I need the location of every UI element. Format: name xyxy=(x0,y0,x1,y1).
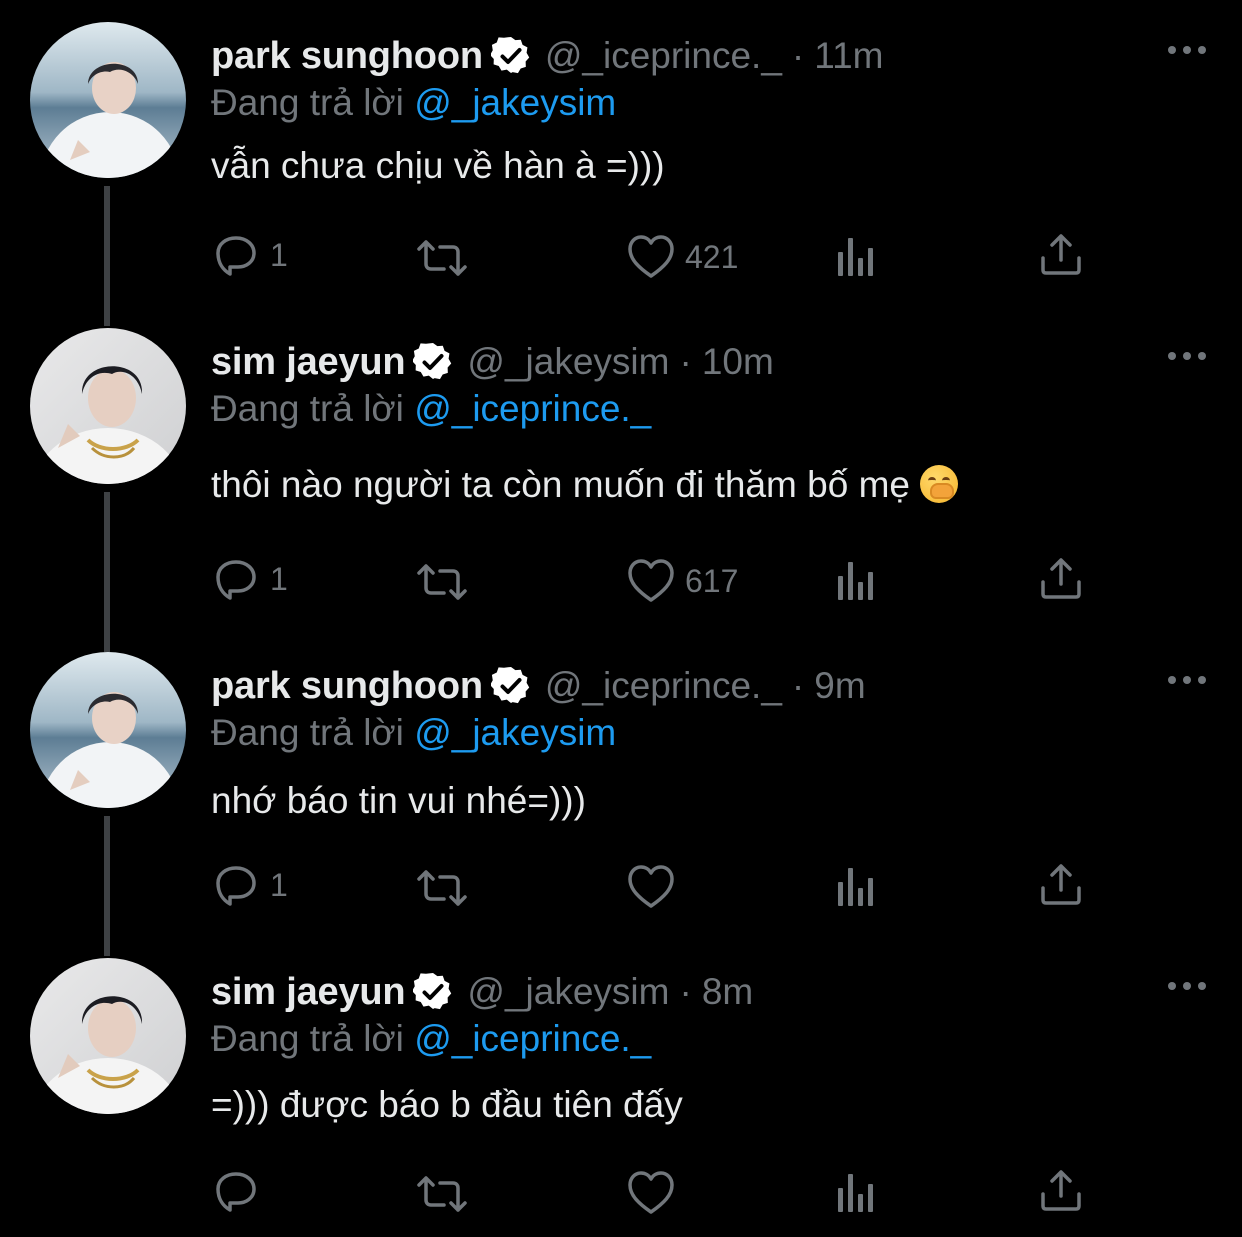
retweet-icon xyxy=(417,870,467,906)
retweet-icon xyxy=(417,564,467,600)
like-count: 617 xyxy=(685,562,739,599)
timestamp[interactable]: 9m xyxy=(814,665,865,707)
verified-badge-icon xyxy=(490,36,531,76)
more-options-icon[interactable] xyxy=(1168,32,1206,68)
reply-context: Đang trả lời @_jakeysim xyxy=(211,712,616,754)
reply-button[interactable]: 1 xyxy=(214,862,288,908)
tweet-text: thôi nào người ta còn muốn đi thăm bố mẹ xyxy=(211,464,910,505)
views-button[interactable] xyxy=(836,866,876,908)
display-name[interactable]: sim jaeyun xyxy=(211,341,406,384)
more-options-icon[interactable] xyxy=(1168,662,1206,698)
reply-count: 1 xyxy=(270,560,288,597)
tweet-text: vẫn chưa chịu về hàn à =))) xyxy=(211,145,665,186)
separator: · xyxy=(791,665,805,706)
user-handle[interactable]: @_jakeysim xyxy=(467,971,669,1013)
reply-button[interactable]: 1 xyxy=(214,556,288,602)
retweet-button[interactable] xyxy=(416,864,480,908)
separator: · xyxy=(679,341,692,382)
reply-context: Đang trả lời @_iceprince._ xyxy=(211,1018,651,1060)
share-button[interactable] xyxy=(1040,862,1082,906)
retweet-button[interactable] xyxy=(416,558,480,602)
user-handle[interactable]: @_jakeysim xyxy=(467,341,669,383)
timestamp[interactable]: 10m xyxy=(702,341,774,383)
reply-count: 1 xyxy=(270,236,288,273)
reply-count: 1 xyxy=(270,866,288,903)
display-name[interactable]: sim jaeyun xyxy=(211,971,406,1014)
avatar[interactable] xyxy=(30,652,186,808)
display-name[interactable]: park sunghoon xyxy=(211,665,483,708)
share-button[interactable] xyxy=(1040,1168,1082,1212)
reply-icon xyxy=(216,560,256,600)
tweet[interactable]: sim jaeyun @_jakeysim · 8m Đang trả lời … xyxy=(0,936,1242,1236)
tweet-header: park sunghoon @_iceprince._ · 11m xyxy=(211,30,883,82)
verified-badge-icon xyxy=(413,342,454,382)
reply-icon xyxy=(216,1172,256,1212)
views-button[interactable] xyxy=(836,1172,876,1214)
reply-button[interactable]: 1 xyxy=(214,232,288,278)
tweet-header: sim jaeyun @_jakeysim · 8m xyxy=(211,966,753,1018)
user-handle[interactable]: @_iceprince._ xyxy=(545,35,782,77)
like-button[interactable] xyxy=(627,864,685,910)
heart-icon xyxy=(628,235,674,278)
verified-badge-icon xyxy=(413,972,454,1012)
avatar[interactable] xyxy=(30,958,186,1114)
like-count: 421 xyxy=(685,238,739,275)
tweet-text: =))) được báo b đầu tiên đấy xyxy=(211,1084,683,1125)
retweet-icon xyxy=(417,1176,467,1212)
views-button[interactable] xyxy=(836,560,876,602)
more-options-icon[interactable] xyxy=(1168,968,1206,1004)
reply-mention-link[interactable]: @_jakeysim xyxy=(414,82,616,123)
share-icon xyxy=(1041,558,1081,599)
reply-prefix: Đang trả lời xyxy=(211,82,404,123)
separator: · xyxy=(791,35,805,76)
retweet-icon xyxy=(417,240,467,276)
timestamp[interactable]: 8m xyxy=(702,971,753,1013)
like-button[interactable]: 617 xyxy=(627,558,738,604)
avatar[interactable] xyxy=(30,22,186,178)
tweet-text-container: thôi nào người ta còn muốn đi thăm bố mẹ xyxy=(211,464,958,506)
reply-icon xyxy=(216,236,256,276)
reply-context: Đang trả lời @_iceprince._ xyxy=(211,388,651,430)
heart-icon xyxy=(628,1171,674,1214)
verified-badge-icon xyxy=(490,666,531,706)
reply-prefix: Đang trả lời xyxy=(211,388,404,429)
more-options-icon[interactable] xyxy=(1168,338,1206,374)
tweet-header: sim jaeyun @_jakeysim · 10m xyxy=(211,336,774,388)
reply-mention-link[interactable]: @_jakeysim xyxy=(414,712,616,753)
share-icon xyxy=(1041,234,1081,275)
stats-icon xyxy=(838,562,873,600)
views-button[interactable] xyxy=(836,236,876,278)
like-button[interactable] xyxy=(627,1170,685,1216)
reply-prefix: Đang trả lời xyxy=(211,712,404,753)
share-icon xyxy=(1041,864,1081,905)
heart-icon xyxy=(628,559,674,602)
heart-icon xyxy=(628,865,674,908)
like-button[interactable]: 421 xyxy=(627,234,738,280)
tweet[interactable]: park sunghoon @_iceprince._ · 9m Đang tr… xyxy=(0,630,1242,930)
tweet-header: park sunghoon @_iceprince._ · 9m xyxy=(211,660,866,712)
retweet-button[interactable] xyxy=(416,1170,480,1214)
avatar[interactable] xyxy=(30,328,186,484)
retweet-button[interactable] xyxy=(416,234,480,278)
face-with-hand-over-mouth-icon xyxy=(920,465,958,503)
reply-mention-link[interactable]: @_iceprince._ xyxy=(414,388,651,429)
reply-prefix: Đang trả lời xyxy=(211,1018,404,1059)
tweet[interactable]: sim jaeyun @_jakeysim · 10m Đang trả lời… xyxy=(0,306,1242,606)
tweet-text: nhớ báo tin vui nhé=))) xyxy=(211,780,586,821)
timestamp[interactable]: 11m xyxy=(814,35,883,77)
user-handle[interactable]: @_iceprince._ xyxy=(545,665,782,707)
reply-icon xyxy=(216,866,256,906)
stats-icon xyxy=(838,238,873,276)
display-name[interactable]: park sunghoon xyxy=(211,35,483,78)
tweet[interactable]: park sunghoon @_iceprince._ · 11m Đang t… xyxy=(0,0,1242,300)
share-icon xyxy=(1041,1170,1081,1211)
share-button[interactable] xyxy=(1040,232,1082,276)
reply-context: Đang trả lời @_jakeysim xyxy=(211,82,616,124)
reply-button[interactable] xyxy=(214,1168,270,1214)
separator: · xyxy=(679,971,692,1012)
stats-icon xyxy=(838,868,873,906)
reply-mention-link[interactable]: @_iceprince._ xyxy=(414,1018,651,1059)
stats-icon xyxy=(838,1174,873,1212)
share-button[interactable] xyxy=(1040,556,1082,600)
